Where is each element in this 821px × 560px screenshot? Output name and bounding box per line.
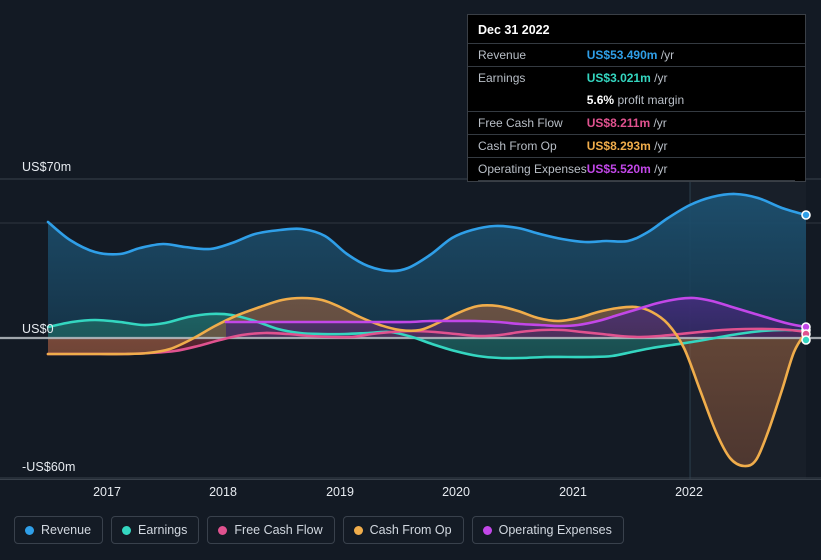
- legend-dot-cash-from-op-icon: [353, 525, 363, 535]
- x-axis-label-2022: 2022: [675, 485, 703, 499]
- tooltip-unit-operating-expenses: /yr: [654, 162, 668, 176]
- tooltip-bottom-rule: [478, 180, 795, 181]
- tooltip-value-operating-expenses: US$5.520m /yr: [586, 157, 805, 180]
- tooltip-value-earnings: US$3.021m /yr: [586, 66, 805, 89]
- legend-item-cash-from-op[interactable]: Cash From Op: [342, 516, 464, 544]
- x-axis-label-2017: 2017: [93, 485, 121, 499]
- tooltip-row-free-cash-flow: Free Cash Flow US$8.211m /yr: [468, 111, 805, 135]
- tooltip-table: Revenue US$53.490m /yr Earnings US$3.021…: [468, 43, 805, 180]
- legend-dot-revenue-icon: [25, 525, 34, 535]
- legend-item-operating-expenses[interactable]: Operating Expenses: [471, 516, 624, 544]
- x-axis-label-2019: 2019: [326, 485, 354, 499]
- tooltip-row-cash-from-op: Cash From Op US$8.293m /yr: [468, 134, 805, 158]
- tooltip-value-cash-from-op: US$8.293m /yr: [586, 134, 805, 158]
- tooltip-row-profit-margin: 5.6% profit margin: [468, 89, 805, 112]
- tooltip-amount-free-cash-flow: US$8.211m: [586, 116, 651, 130]
- legend-dot-free-cash-flow-icon: [218, 525, 228, 535]
- y-axis-label-bottom: -US$60m: [22, 460, 76, 474]
- y-axis-label-zero: US$0: [22, 322, 54, 336]
- tooltip-row-operating-expenses: Operating Expenses US$5.520m /yr: [468, 157, 805, 180]
- tooltip-unit-earnings: /yr: [654, 71, 668, 85]
- tooltip-value-free-cash-flow: US$8.211m /yr: [586, 111, 805, 135]
- tooltip-key-free-cash-flow: Free Cash Flow: [468, 111, 587, 135]
- data-tooltip: Dec 31 2022 Revenue US$53.490m /yr Earni…: [467, 14, 806, 182]
- tooltip-amount-earnings: US$3.021m: [586, 71, 651, 85]
- financial-chart-screenshot: US$70m US$0 -US$60m 2017 2018 2019 2020 …: [0, 0, 821, 560]
- chart-legend: Revenue Earnings Free Cash Flow Cash Fro…: [14, 516, 624, 544]
- legend-item-revenue[interactable]: Revenue: [14, 516, 104, 544]
- endpoint-marker-earnings: [801, 335, 811, 345]
- x-axis-label-2018: 2018: [209, 485, 237, 499]
- tooltip-key-operating-expenses: Operating Expenses: [468, 157, 587, 180]
- tooltip-amount-revenue: US$53.490m: [586, 48, 658, 62]
- tooltip-key-cash-from-op: Cash From Op: [468, 134, 587, 158]
- legend-label-cash-from-op: Cash From Op: [369, 523, 452, 537]
- tooltip-unit-free-cash-flow: /yr: [653, 116, 667, 130]
- tooltip-amount-profit-margin: 5.6%: [586, 93, 615, 107]
- tooltip-unit-revenue: /yr: [660, 48, 675, 62]
- tooltip-amount-operating-expenses: US$5.520m: [586, 162, 651, 176]
- tooltip-key-profit-margin: [468, 89, 587, 112]
- x-axis-label-2021: 2021: [559, 485, 587, 499]
- tooltip-row-revenue: Revenue US$53.490m /yr: [468, 43, 805, 67]
- legend-dot-earnings-icon: [122, 525, 132, 535]
- legend-label-revenue: Revenue: [41, 523, 92, 537]
- y-axis-label-top: US$70m: [22, 160, 72, 174]
- legend-item-free-cash-flow[interactable]: Free Cash Flow: [207, 516, 335, 544]
- tooltip-key-revenue: Revenue: [468, 43, 587, 67]
- tooltip-key-earnings: Earnings: [468, 66, 587, 89]
- legend-dot-operating-expenses-icon: [482, 525, 492, 535]
- tooltip-date-title: Dec 31 2022: [478, 23, 550, 37]
- legend-label-earnings: Earnings: [138, 523, 188, 537]
- tooltip-unit-profit-margin: profit margin: [617, 93, 685, 107]
- tooltip-unit-cash-from-op: /yr: [654, 139, 668, 153]
- tooltip-row-earnings: Earnings US$3.021m /yr: [468, 66, 805, 89]
- tooltip-value-profit-margin: 5.6% profit margin: [587, 89, 805, 112]
- legend-label-operating-expenses: Operating Expenses: [498, 523, 612, 537]
- tooltip-value-revenue: US$53.490m /yr: [586, 43, 805, 67]
- tooltip-amount-cash-from-op: US$8.293m: [586, 139, 651, 153]
- x-axis-label-2020: 2020: [442, 485, 470, 499]
- legend-item-earnings[interactable]: Earnings: [111, 516, 200, 544]
- endpoint-marker-revenue: [801, 210, 811, 220]
- legend-label-free-cash-flow: Free Cash Flow: [234, 523, 323, 537]
